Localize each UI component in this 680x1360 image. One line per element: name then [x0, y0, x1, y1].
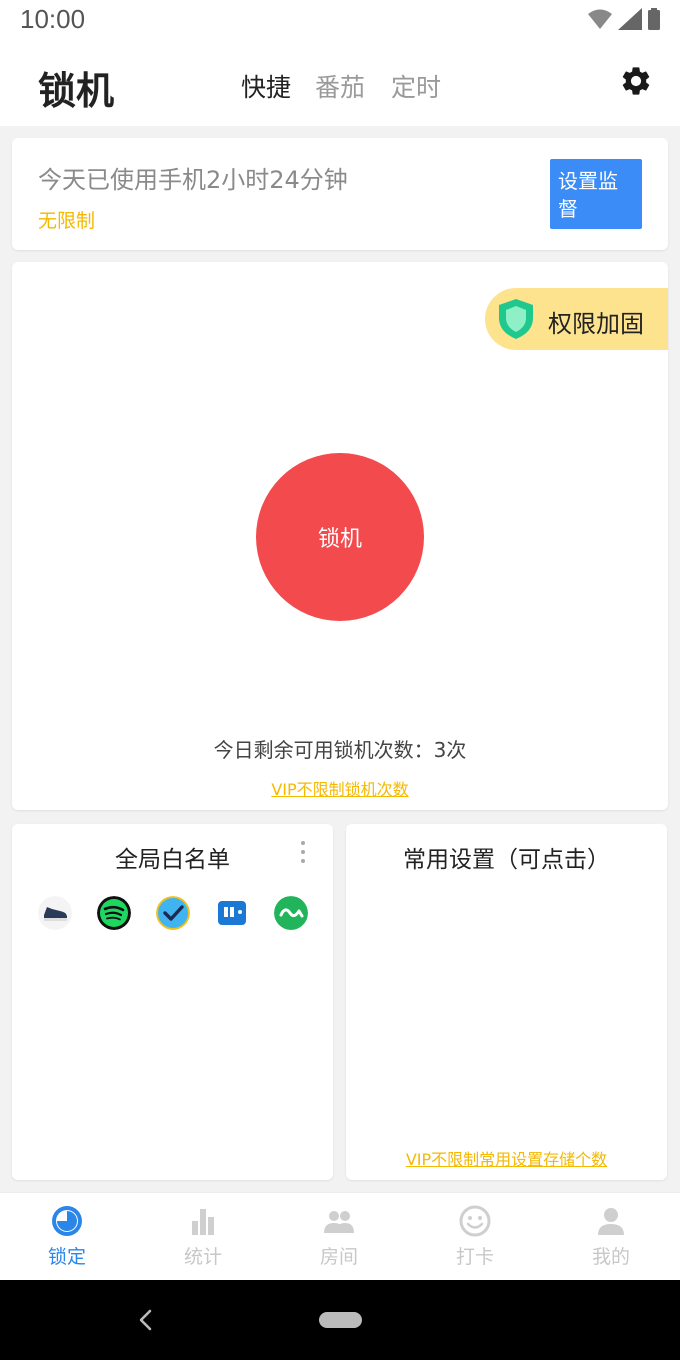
- remaining-lock-count: 今日剩余可用锁机次数：3次: [213, 738, 467, 762]
- green-infinity-app-icon: [274, 896, 308, 930]
- nav-item-stats[interactable]: 统计: [163, 1205, 243, 1269]
- smiley-icon: [459, 1205, 491, 1237]
- people-icon: [324, 1211, 354, 1233]
- page-title: 锁机: [38, 69, 115, 113]
- whitelist-card[interactable]: 全局白名单: [12, 824, 333, 1180]
- back-icon[interactable]: [136, 1308, 156, 1332]
- whitelist-apps: [38, 896, 308, 930]
- usage-card: 今天已使用手机2小时24分钟 无限制 设置监督: [12, 138, 668, 250]
- shield-icon: [499, 299, 533, 339]
- checkmark-app-icon: [156, 896, 190, 930]
- set-supervision-button[interactable]: 设置监督: [550, 159, 642, 229]
- whitelist-title: 全局白名单: [115, 847, 230, 873]
- usage-text: 今天已使用手机2小时24分钟: [38, 166, 348, 194]
- status-bar: 10:00: [0, 0, 680, 40]
- lock-card: 权限加固 锁机 今日剩余可用锁机次数：3次 VIP不限制锁机次数: [12, 262, 668, 810]
- more-vert-icon[interactable]: [296, 838, 310, 866]
- tab-tomato[interactable]: 番茄: [315, 68, 365, 104]
- vip-lock-link[interactable]: VIP不限制锁机次数: [12, 776, 668, 800]
- signal-icon: [618, 8, 642, 30]
- nav-label-stats: 统计: [183, 1246, 222, 1268]
- limit-text: 无限制: [38, 210, 96, 232]
- nav-item-checkin[interactable]: 打卡: [435, 1205, 515, 1269]
- nav-label-checkin: 打卡: [455, 1246, 494, 1268]
- common-settings-title: 常用设置（可点击）: [403, 847, 610, 873]
- nav-item-room[interactable]: 房间: [299, 1205, 379, 1269]
- nav-item-lock[interactable]: 锁定: [27, 1205, 107, 1269]
- gear-icon[interactable]: [619, 64, 653, 98]
- app-bar: 锁机 快捷 番茄 定时: [0, 40, 680, 126]
- nav-label-mine: 我的: [591, 1246, 630, 1268]
- bar-chart-icon: [192, 1209, 214, 1235]
- battery-icon: [648, 8, 660, 30]
- status-icons: [588, 8, 660, 30]
- vip-settings-link[interactable]: VIP不限制常用设置存储个数: [346, 1146, 667, 1170]
- nav-label-room: 房间: [319, 1246, 358, 1268]
- person-icon: [598, 1208, 624, 1235]
- lock-button[interactable]: 锁机: [256, 453, 424, 621]
- clock-icon: [52, 1206, 82, 1236]
- permission-badge[interactable]: 权限加固: [485, 288, 668, 350]
- nav-item-mine[interactable]: 我的: [571, 1205, 651, 1269]
- spotify-icon: [97, 896, 131, 930]
- navy-shoe-app-icon: [38, 896, 72, 930]
- common-settings-card[interactable]: 常用设置（可点击） VIP不限制常用设置存储个数: [346, 824, 667, 1180]
- bottom-nav: 锁定 统计 房间 打卡 我的: [0, 1192, 680, 1280]
- status-time: 10:00: [20, 4, 86, 34]
- nav-label-lock: 锁定: [47, 1246, 86, 1268]
- system-nav-bar: [0, 1280, 680, 1360]
- home-pill[interactable]: [319, 1312, 362, 1328]
- wallet-app-icon: [218, 901, 246, 925]
- tab-quick[interactable]: 快捷: [241, 68, 291, 104]
- permission-badge-label: 权限加固: [548, 310, 644, 338]
- wifi-icon: [588, 9, 612, 29]
- tab-timer[interactable]: 定时: [391, 68, 441, 104]
